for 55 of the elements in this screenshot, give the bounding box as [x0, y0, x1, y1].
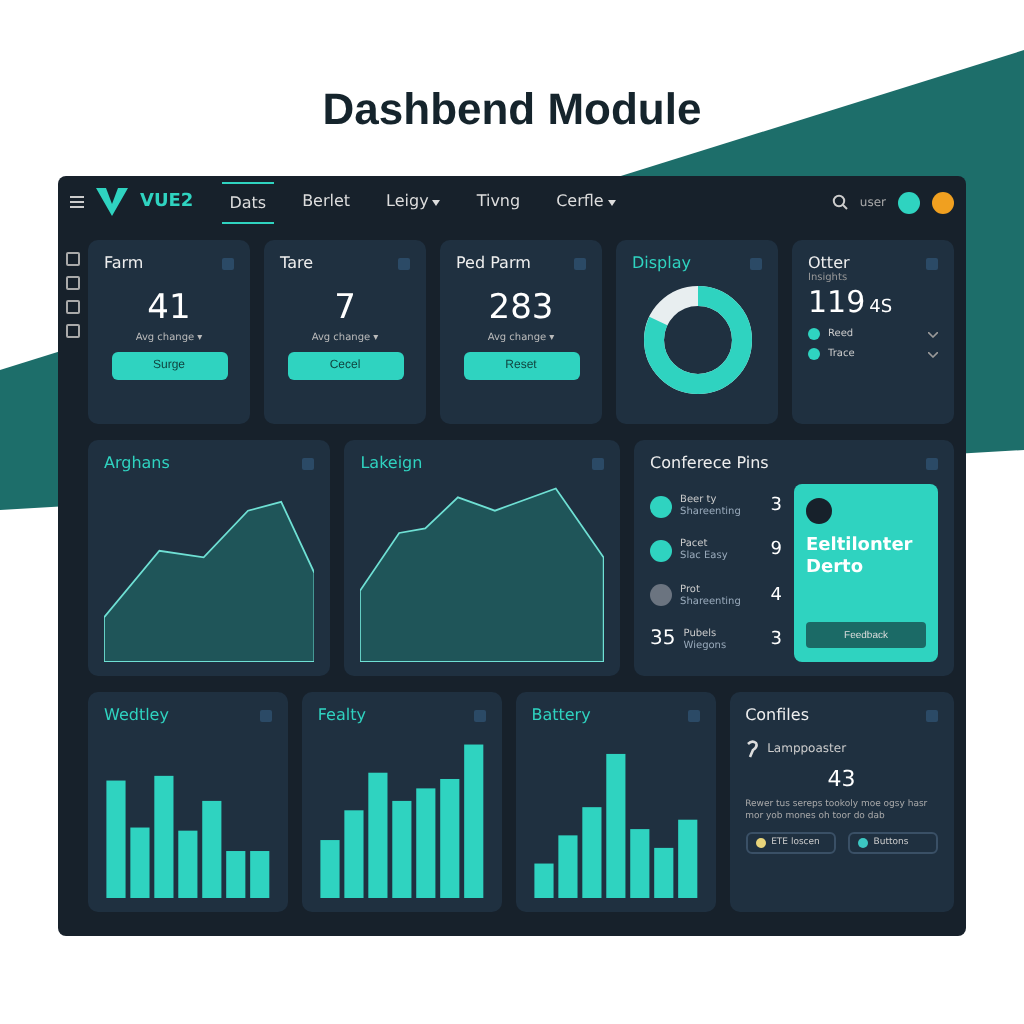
item-count: 4	[770, 585, 782, 606]
options-icon[interactable]	[222, 257, 234, 269]
options-icon[interactable]	[302, 457, 315, 469]
page-title: Dashbend Module	[322, 84, 702, 136]
nav-tab[interactable]: Berlet	[294, 182, 359, 222]
card-title: Wedtley	[104, 706, 169, 724]
card-title: Confiles	[745, 706, 809, 724]
menu-icon[interactable]	[70, 196, 84, 208]
card-title: Arghans	[104, 454, 170, 472]
brand-name: VUE2	[140, 192, 194, 212]
nav-tab[interactable]: Leigy	[378, 182, 449, 222]
stat-value: 7	[334, 288, 356, 328]
item-count: 9	[770, 540, 782, 561]
options-icon[interactable]	[926, 457, 938, 469]
search-icon[interactable]	[831, 194, 848, 210]
dot-icon	[808, 328, 820, 340]
options-icon[interactable]	[926, 709, 939, 721]
card-title: Conferece Pins	[650, 454, 769, 472]
logo-icon	[96, 188, 128, 216]
stat-unit: 4S	[869, 298, 893, 318]
stat-value: 119	[808, 284, 866, 320]
avatar-icon[interactable]	[898, 191, 920, 213]
options-icon[interactable]	[574, 257, 586, 269]
stat-value: 41	[147, 288, 191, 328]
item-number: 35	[650, 628, 676, 651]
item-count: 3	[770, 629, 782, 650]
options-icon[interactable]	[687, 709, 700, 721]
card-title: Otter	[808, 254, 850, 272]
hook-icon	[745, 740, 760, 758]
chevron-icon[interactable]	[928, 351, 938, 357]
options-icon[interactable]	[473, 709, 486, 721]
promo-title: Eeltilonter Derto	[806, 536, 915, 580]
dot-icon	[808, 348, 820, 360]
chevron-icon[interactable]	[928, 331, 938, 337]
options-icon[interactable]	[259, 709, 272, 721]
item-count: 3	[770, 496, 782, 517]
nav-tab[interactable]: Cerfle	[548, 182, 624, 222]
notification-icon[interactable]	[932, 191, 954, 213]
options-icon[interactable]	[592, 457, 605, 469]
nav-tab[interactable]: Tivng	[468, 182, 529, 222]
card-title: Farm	[104, 254, 144, 272]
stat-value: 283	[488, 288, 554, 328]
card-title: Ped Parm	[456, 254, 531, 272]
options-icon[interactable]	[750, 257, 762, 269]
card-title: Lakeign	[360, 454, 423, 472]
card-title: Fealty	[317, 706, 366, 724]
card-title: Battery	[531, 706, 591, 724]
donut-chart	[641, 284, 753, 396]
card-title: Tare	[280, 254, 313, 272]
info-value: 43	[825, 766, 858, 792]
badge-icon	[806, 498, 832, 524]
options-icon[interactable]	[398, 257, 410, 269]
options-icon[interactable]	[926, 257, 938, 269]
nav-tab[interactable]: Dats	[221, 181, 275, 223]
card-title: Display	[632, 254, 691, 272]
